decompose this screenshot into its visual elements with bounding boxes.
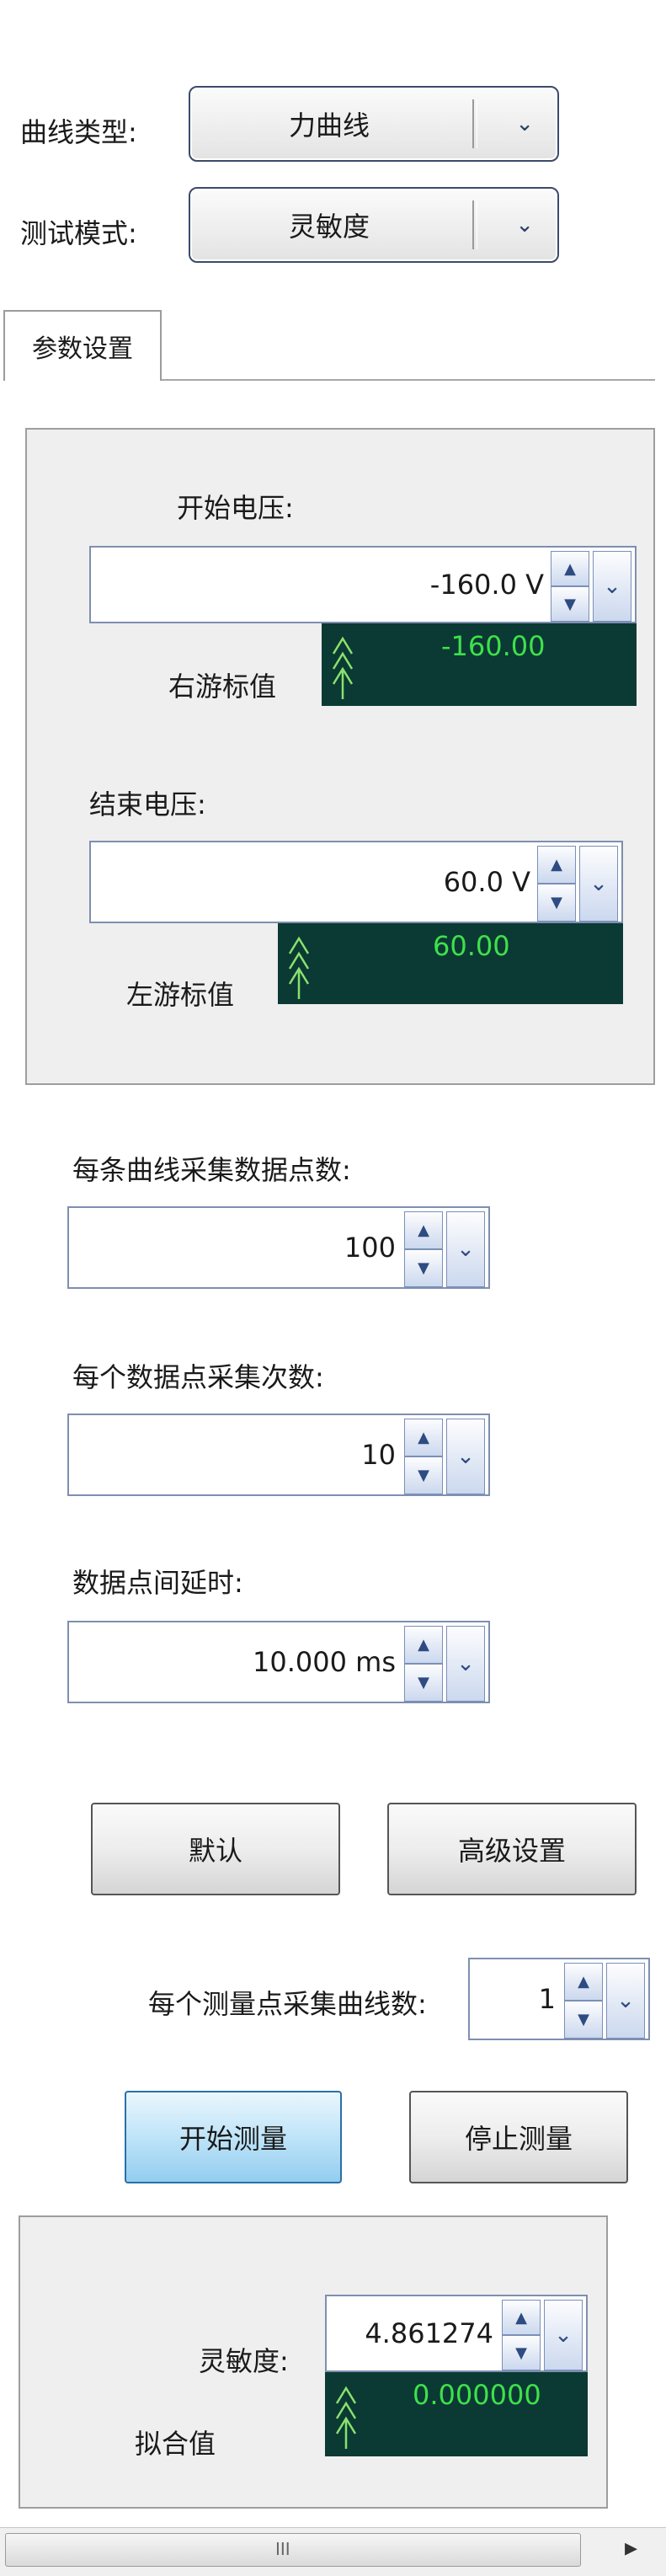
double-chevron-up-icon	[332, 636, 354, 699]
curves-per-point-label: 每个测量点采集曲线数:	[148, 1988, 427, 2020]
right-cursor-value: -160.00	[441, 630, 546, 662]
decrement-icon[interactable]: ▼	[404, 1456, 443, 1494]
chevron-down-icon[interactable]: ⌄	[515, 111, 534, 136]
increment-icon[interactable]: ▲	[502, 2300, 541, 2335]
decrement-icon[interactable]: ▼	[502, 2335, 541, 2370]
increment-icon[interactable]: ▲	[564, 1963, 603, 2001]
chevron-down-icon[interactable]: ⌄	[446, 1626, 485, 1702]
right-cursor-label: 右游标值	[168, 671, 277, 703]
points-per-curve-value: 100	[344, 1232, 396, 1264]
increment-icon[interactable]: ▲	[404, 1626, 443, 1664]
test-mode-value: 灵敏度	[288, 211, 370, 243]
chevron-down-icon[interactable]: ⌄	[515, 212, 534, 238]
samples-per-point-label: 每个数据点采集次数:	[72, 1361, 324, 1393]
test-mode-dropdown[interactable]: 灵敏度 ⌄	[189, 187, 559, 263]
left-cursor-value: 60.00	[433, 930, 510, 962]
sensitivity-value: 4.861274	[365, 2317, 493, 2349]
test-mode-label: 测试模式:	[20, 217, 137, 249]
curve-type-value: 力曲线	[288, 110, 370, 142]
left-cursor-label: 左游标值	[126, 979, 235, 1011]
combo-separator	[472, 99, 477, 148]
samples-per-point-field[interactable]: 10 ▲ ▼ ⌄	[67, 1414, 490, 1496]
chevron-down-icon[interactable]: ⌄	[446, 1419, 485, 1494]
end-voltage-value: 60.0 V	[443, 866, 530, 898]
increment-icon[interactable]: ▲	[404, 1211, 443, 1249]
horizontal-scrollbar[interactable]: III ▸	[0, 2527, 666, 2576]
increment-icon[interactable]: ▲	[404, 1419, 443, 1456]
start-voltage-label: 开始电压:	[177, 492, 294, 524]
decrement-icon[interactable]: ▼	[537, 884, 576, 922]
fit-value: 0.000000	[413, 2379, 541, 2411]
scrollbar-thumb[interactable]: III	[5, 2533, 581, 2567]
point-delay-label: 数据点间延时:	[72, 1567, 243, 1599]
stop-measurement-button[interactable]: 停止测量	[409, 2091, 628, 2183]
double-chevron-up-icon	[335, 2386, 357, 2449]
end-voltage-label: 结束电压:	[89, 788, 206, 820]
curve-type-label: 曲线类型:	[20, 116, 137, 148]
curve-type-dropdown[interactable]: 力曲线 ⌄	[189, 86, 559, 162]
start-voltage-value: -160.0 V	[429, 569, 544, 601]
points-per-curve-field[interactable]: 100 ▲ ▼ ⌄	[67, 1206, 490, 1289]
chevron-down-icon[interactable]: ⌄	[544, 2300, 583, 2370]
decrement-icon[interactable]: ▼	[551, 586, 589, 622]
sensitivity-label: 灵敏度:	[199, 2345, 289, 2377]
sensitivity-field[interactable]: 4.861274 ▲ ▼ ⌄	[325, 2295, 588, 2372]
end-voltage-field[interactable]: 60.0 V ▲ ▼ ⌄	[89, 841, 623, 923]
start-measurement-button[interactable]: 开始测量	[125, 2091, 342, 2183]
chevron-down-icon[interactable]: ⌄	[606, 1963, 645, 2039]
point-delay-field[interactable]: 10.000 ms ▲ ▼ ⌄	[67, 1621, 490, 1703]
default-button[interactable]: 默认	[91, 1803, 340, 1895]
curves-per-point-value: 1	[538, 1983, 556, 2015]
point-delay-value: 10.000 ms	[253, 1646, 396, 1678]
start-voltage-field[interactable]: -160.0 V ▲ ▼ ⌄	[89, 546, 637, 623]
combo-separator	[472, 200, 477, 249]
tab-parameter-settings[interactable]: 参数设置	[3, 310, 162, 381]
tab-strip-line	[162, 379, 655, 381]
decrement-icon[interactable]: ▼	[404, 1664, 443, 1702]
increment-icon[interactable]: ▲	[537, 846, 576, 884]
scroll-right-arrow-icon[interactable]: ▸	[625, 2533, 637, 2563]
advanced-settings-button[interactable]: 高级设置	[387, 1803, 637, 1895]
points-per-curve-label: 每条曲线采集数据点数:	[72, 1154, 351, 1186]
chevron-down-icon[interactable]: ⌄	[446, 1211, 485, 1287]
left-cursor-gauge: 60.00	[278, 923, 623, 1004]
curves-per-point-field[interactable]: 1 ▲ ▼ ⌄	[468, 1958, 650, 2040]
chevron-down-icon[interactable]: ⌄	[593, 551, 631, 622]
right-cursor-gauge: -160.00	[322, 623, 637, 706]
fit-value-label: 拟合值	[135, 2428, 216, 2460]
increment-icon[interactable]: ▲	[551, 551, 589, 586]
decrement-icon[interactable]: ▼	[404, 1249, 443, 1287]
chevron-down-icon[interactable]: ⌄	[579, 846, 618, 922]
double-chevron-up-icon	[288, 936, 310, 999]
fit-value-gauge: 0.000000	[325, 2372, 588, 2456]
samples-per-point-value: 10	[361, 1439, 396, 1471]
decrement-icon[interactable]: ▼	[564, 2001, 603, 2039]
grip-icon: III	[275, 2539, 290, 2559]
